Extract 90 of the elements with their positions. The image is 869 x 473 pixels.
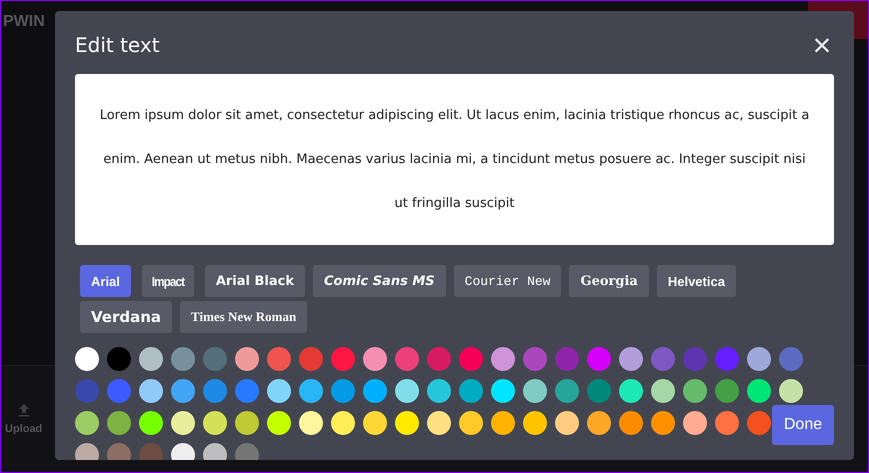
- color-swatch[interactable]: [715, 379, 739, 403]
- close-button[interactable]: ×: [810, 31, 834, 59]
- color-swatch[interactable]: [523, 347, 547, 371]
- color-swatch[interactable]: [331, 411, 355, 435]
- text-editor[interactable]: [75, 74, 834, 245]
- font-button[interactable]: Arial: [80, 265, 131, 297]
- color-swatch[interactable]: [427, 379, 451, 403]
- color-swatch[interactable]: [139, 443, 163, 460]
- font-button[interactable]: Comic Sans MS: [312, 265, 446, 297]
- color-swatch[interactable]: [235, 379, 259, 403]
- color-swatch[interactable]: [139, 411, 163, 435]
- color-swatch[interactable]: [235, 411, 259, 435]
- color-swatch[interactable]: [715, 347, 739, 371]
- color-swatch[interactable]: [395, 379, 419, 403]
- color-swatch[interactable]: [363, 411, 387, 435]
- color-swatch[interactable]: [459, 347, 483, 371]
- app-logo: PWIN: [2, 12, 45, 31]
- color-swatch[interactable]: [587, 347, 611, 371]
- font-button[interactable]: Helvetica: [656, 265, 736, 297]
- dialog-title: Edit text: [75, 33, 160, 57]
- color-swatch[interactable]: [619, 379, 643, 403]
- color-swatch[interactable]: [619, 347, 643, 371]
- color-swatch[interactable]: [299, 411, 323, 435]
- color-swatch[interactable]: [555, 379, 579, 403]
- color-swatch[interactable]: [747, 411, 771, 435]
- color-swatch[interactable]: [203, 411, 227, 435]
- color-swatch[interactable]: [75, 379, 99, 403]
- color-swatch[interactable]: [555, 411, 579, 435]
- color-swatch[interactable]: [651, 347, 675, 371]
- color-swatch[interactable]: [459, 379, 483, 403]
- color-swatch[interactable]: [107, 411, 131, 435]
- font-button[interactable]: Courier New: [454, 265, 562, 297]
- color-swatch[interactable]: [427, 347, 451, 371]
- font-button[interactable]: Arial Black: [204, 265, 305, 297]
- color-swatch[interactable]: [587, 411, 611, 435]
- color-swatch[interactable]: [75, 347, 99, 371]
- font-button[interactable]: Verdana: [80, 301, 172, 333]
- color-swatch[interactable]: [555, 347, 579, 371]
- color-swatch[interactable]: [107, 379, 131, 403]
- color-swatch[interactable]: [75, 443, 99, 460]
- color-swatch[interactable]: [491, 379, 515, 403]
- color-swatch[interactable]: [267, 347, 291, 371]
- color-swatch[interactable]: [459, 411, 483, 435]
- color-swatch[interactable]: [171, 443, 195, 460]
- color-swatch[interactable]: [427, 411, 451, 435]
- color-swatch[interactable]: [331, 379, 355, 403]
- color-swatch[interactable]: [619, 411, 643, 435]
- color-swatch[interactable]: [203, 443, 227, 460]
- color-swatch[interactable]: [171, 379, 195, 403]
- color-swatch[interactable]: [107, 443, 131, 460]
- color-swatch[interactable]: [587, 379, 611, 403]
- color-swatch[interactable]: [395, 411, 419, 435]
- color-swatch[interactable]: [363, 379, 387, 403]
- color-swatch[interactable]: [491, 411, 515, 435]
- color-swatch[interactable]: [203, 379, 227, 403]
- color-swatch[interactable]: [651, 379, 675, 403]
- upload-icon: [16, 403, 31, 417]
- font-button[interactable]: Georgia: [569, 265, 649, 297]
- color-swatch[interactable]: [267, 411, 291, 435]
- font-button[interactable]: Impact: [142, 265, 194, 297]
- color-swatch[interactable]: [715, 411, 739, 435]
- color-swatch[interactable]: [139, 347, 163, 371]
- color-swatch[interactable]: [139, 379, 163, 403]
- color-swatch[interactable]: [299, 347, 323, 371]
- font-button[interactable]: Times New Roman: [180, 301, 308, 333]
- color-swatch[interactable]: [683, 347, 707, 371]
- color-swatch[interactable]: [523, 411, 547, 435]
- color-swatch[interactable]: [171, 411, 195, 435]
- color-swatch[interactable]: [747, 347, 771, 371]
- editor-text: Lorem ipsum dolor sit amet, consectetur adipiscing elit. Ut lacus enim, lacinia tristique rhoncus ac, suscipit a enim. Aenean ut metus nibh. Maecenas varius lacinia mi, a tincidunt metus posuere ac. Integer suscipit nisi ut fringilla suscipit: [98, 106, 810, 212]
- done-button[interactable]: Done: [772, 405, 834, 445]
- color-swatch[interactable]: [747, 379, 771, 403]
- color-swatch[interactable]: [683, 379, 707, 403]
- color-swatch[interactable]: [683, 411, 707, 435]
- color-swatch[interactable]: [491, 347, 515, 371]
- color-swatch[interactable]: [171, 347, 195, 371]
- color-swatch[interactable]: [523, 379, 547, 403]
- color-swatch[interactable]: [395, 347, 419, 371]
- color-swatch[interactable]: [203, 347, 227, 371]
- color-swatch[interactable]: [651, 411, 675, 435]
- color-swatch[interactable]: [779, 347, 803, 371]
- color-swatch[interactable]: [235, 443, 259, 460]
- color-swatch[interactable]: [267, 379, 291, 403]
- color-swatch[interactable]: [363, 347, 387, 371]
- color-swatch[interactable]: [299, 379, 323, 403]
- color-swatch[interactable]: [779, 379, 803, 403]
- color-swatch[interactable]: [107, 347, 131, 371]
- color-swatch[interactable]: [331, 347, 355, 371]
- color-swatch[interactable]: [75, 411, 99, 435]
- color-swatch[interactable]: [235, 347, 259, 371]
